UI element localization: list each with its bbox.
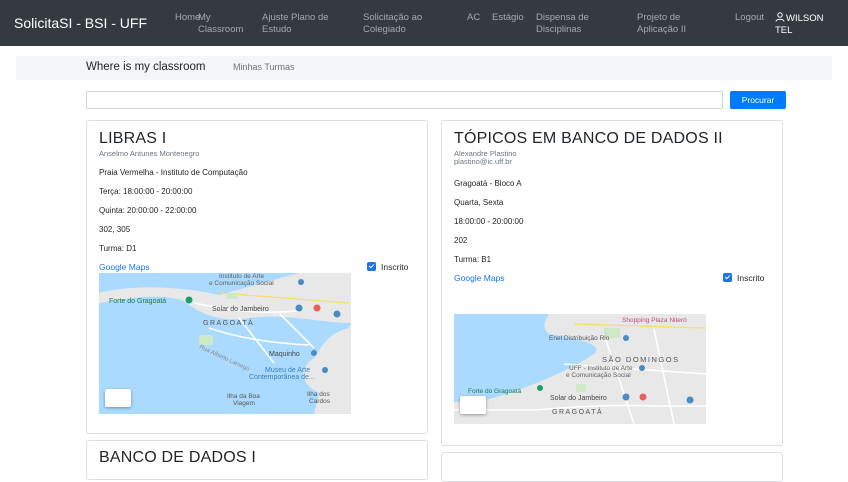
nav-projeto-aplicacao[interactable]: Projeto de Aplicação II (637, 12, 686, 36)
class-turma: Turma: B1 (454, 255, 492, 264)
class-schedule: Terça: 18:00:00 - 20:00:00 (99, 187, 193, 196)
nav-home[interactable]: Home (175, 12, 200, 24)
checkbox-checked-icon (367, 262, 376, 271)
map-type-thumbnail[interactable] (105, 389, 131, 407)
nav-solicitacao-colegiado[interactable]: Solicitação ao Colegiado (363, 12, 422, 36)
svg-text:Solar do Jambeiro: Solar do Jambeiro (550, 395, 607, 402)
google-maps-link[interactable]: Google Maps (99, 262, 150, 272)
class-card (441, 452, 783, 482)
nav-dispensa-disciplinas[interactable]: Dispensa de Disciplinas (536, 12, 589, 36)
location-map[interactable]: Shopping Plaza Niteró Enel Distribuição … (454, 314, 706, 424)
svg-text:Shopping Plaza Niteró: Shopping Plaza Niteró (622, 317, 687, 324)
svg-text:Forte do Gragoatá: Forte do Gragoatá (109, 298, 166, 305)
google-maps-link[interactable]: Google Maps (454, 273, 505, 283)
svg-text:SÃO DOMINGOS: SÃO DOMINGOS (602, 355, 680, 364)
class-time: 18:00:00 - 20:00:00 (454, 217, 524, 226)
search-input[interactable] (86, 91, 723, 109)
svg-text:Museu de Arte: Museu de Arte (265, 367, 310, 374)
svg-text:Contemporânea de...: Contemporânea de... (249, 374, 315, 381)
nav-user-menu[interactable]: WILSON TEL (775, 12, 823, 37)
class-turma: Turma: D1 (99, 244, 137, 253)
map-type-thumbnail[interactable] (460, 396, 486, 414)
class-schedule: Quinta: 20:00:00 - 22:00:00 (99, 206, 197, 215)
nav-ajuste-plano[interactable]: Ajuste Plano de Estudo (262, 12, 329, 36)
top-navbar: SolicitaSI - BSI - UFF Home My Classroom … (0, 0, 848, 46)
class-rooms: 302, 305 (99, 225, 131, 234)
class-location: Praia Vermelha - Instituto de Computação (99, 168, 248, 177)
enrolled-checkbox[interactable]: Inscrito (723, 273, 764, 283)
class-card: BANCO DE DADOS I (86, 440, 428, 480)
svg-text:Enel Distribuição Rio: Enel Distribuição Rio (549, 335, 610, 342)
svg-text:e Comunicação Social: e Comunicação Social (566, 372, 631, 379)
class-days: Quarta, Sexta (454, 198, 504, 207)
svg-text:Solar do Jambeiro: Solar do Jambeiro (212, 306, 269, 313)
checkbox-checked-icon (723, 273, 732, 282)
enrolled-checkbox[interactable]: Inscrito (367, 262, 408, 272)
svg-text:Forte do Gragoatá: Forte do Gragoatá (468, 388, 521, 395)
professor-email: plastino@ic.uff.br (454, 157, 512, 166)
nav-estagio[interactable]: Estágio (492, 12, 524, 24)
location-map[interactable]: Instituto de Arte e Comunicação Social F… (99, 273, 351, 414)
svg-text:GRAGOATÁ: GRAGOATÁ (203, 318, 254, 327)
svg-text:Rua Alberto Lamego: Rua Alberto Lamego (198, 344, 251, 373)
class-location: Gragoatá - Bloco A (454, 179, 522, 188)
minhas-turmas-link[interactable]: Minhas Turmas (233, 62, 295, 72)
svg-text:Viagem: Viagem (233, 400, 255, 407)
svg-text:Ilha dos: Ilha dos (307, 391, 331, 398)
svg-text:e Comunicação Social: e Comunicação Social (209, 280, 274, 287)
page-title: Where is my classroom (86, 61, 206, 73)
svg-text:GRAGOATÁ: GRAGOATÁ (552, 407, 603, 416)
class-card: TÓPICOS EM BANCO DE DADOS II Alexandre P… (441, 120, 783, 446)
nav-logout[interactable]: Logout (735, 12, 764, 24)
professor-name: Anselmo Antunes Montenegro (99, 149, 200, 158)
breadcrumb-bar: Where is my classroom Minhas Turmas (16, 56, 832, 80)
nav-my-classroom[interactable]: My Classroom (198, 12, 243, 36)
class-title: LIBRAS I (99, 130, 167, 147)
brand-link[interactable]: SolicitaSI - BSI - UFF (14, 15, 147, 31)
class-title: BANCO DE DADOS I (99, 449, 257, 466)
class-rooms: 202 (454, 236, 468, 245)
svg-text:Maquinho: Maquinho (269, 351, 300, 358)
user-icon (775, 12, 785, 22)
svg-text:Cardos: Cardos (309, 398, 331, 405)
search-button[interactable]: Procurar (730, 91, 786, 109)
svg-text:Ilha da Boa: Ilha da Boa (227, 393, 260, 400)
nav-ac[interactable]: AC (467, 12, 480, 24)
svg-text:UFF - Instituto de Arte: UFF - Instituto de Arte (569, 365, 633, 372)
svg-text:Instituto de Arte: Instituto de Arte (219, 273, 265, 280)
class-title: TÓPICOS EM BANCO DE DADOS II (454, 130, 723, 147)
class-card: LIBRAS I Anselmo Antunes Montenegro Prai… (86, 120, 428, 434)
